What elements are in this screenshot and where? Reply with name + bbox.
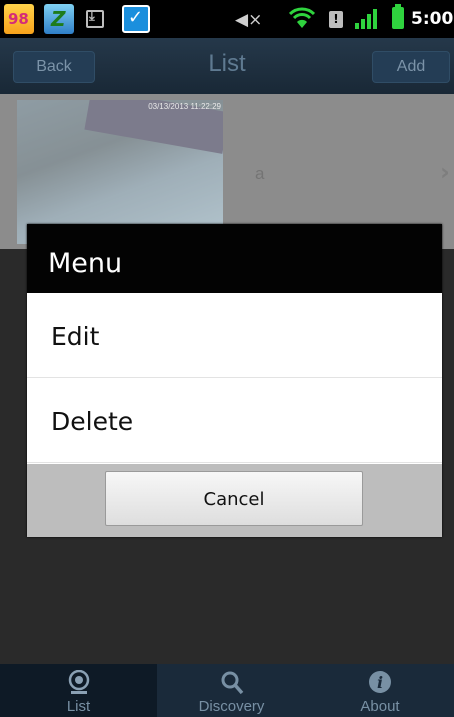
svg-text:i: i [377, 673, 383, 692]
tab-label: List [66, 698, 91, 715]
tab-label: About [360, 698, 400, 715]
mute-icon: ◀× [235, 10, 263, 30]
menu-dialog: Menu Edit Delete Cancel [27, 224, 442, 537]
dialog-title: Menu [27, 224, 442, 293]
cancel-button[interactable]: Cancel [105, 471, 363, 526]
download-icon: ⤓ [86, 9, 104, 28]
game-app-icon: 98 [4, 4, 34, 34]
zip-app-icon: Z [44, 4, 74, 34]
alert-icon: ! [329, 11, 343, 28]
signal-icon [355, 9, 377, 29]
dialog-footer: Cancel [27, 464, 442, 537]
tab-discovery[interactable]: Discovery [157, 664, 306, 717]
tab-list[interactable]: List [0, 664, 157, 717]
wifi-icon [289, 7, 315, 28]
webcam-icon [68, 670, 89, 694]
battery-icon [392, 4, 404, 29]
status-bar: 98 Z ⤓ ✓ ◀× ! 5:00 [0, 0, 454, 38]
tab-label: Discovery [198, 698, 265, 715]
menu-item-delete[interactable]: Delete [27, 378, 442, 463]
info-icon: i [369, 671, 391, 693]
add-button[interactable]: Add [372, 51, 450, 83]
menu-item-edit[interactable]: Edit [27, 293, 442, 378]
search-icon [221, 671, 243, 695]
tab-about[interactable]: i About [306, 664, 454, 717]
status-time: 5:00 [411, 9, 454, 29]
check-app-icon: ✓ [122, 5, 150, 33]
bottom-tab-bar: List Discovery i About [0, 664, 454, 717]
title-bar: Back List Add [0, 38, 454, 94]
